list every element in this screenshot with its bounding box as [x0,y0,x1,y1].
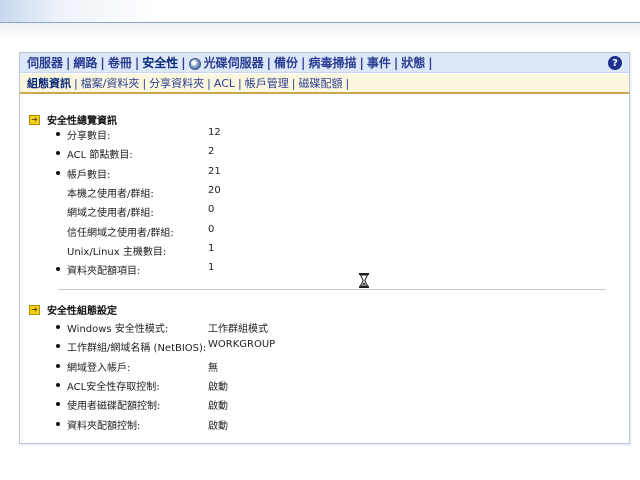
tab-label: 伺服器 [27,56,64,70]
bullet-icon [56,363,60,368]
field-value: WORKGROUP [208,339,276,351]
field-label: 本機之使用者/群組: [67,188,154,200]
field-label: 信任網域之使用者/群組: [67,227,174,239]
primary-nav: 伺服器 | 網路 | 卷冊 | 安全性 | 光碟伺服器 | 備份 | 病毒掃描 | 事件 | 狀態 | [20,53,629,73]
tab-label: 事件 [366,56,391,70]
field-value: 啟動 [208,401,228,413]
nav-separator: | [393,55,399,70]
nav-separator: | [100,55,105,70]
tab-secondary-4[interactable]: 帳戶管理 [245,75,289,91]
tab-primary-2[interactable]: 卷冊 [108,54,132,71]
tab-secondary-3[interactable]: ACL [214,77,235,90]
nav-separator: | [181,55,186,70]
tab-label: 安全性 [142,56,179,70]
tab-secondary-2[interactable]: 分享資料夾 [149,75,204,91]
field-label: ACL 節點數目: [67,150,133,162]
arrow-right-icon: ➜ [29,304,40,315]
field-label: 帳戶數目: [67,169,111,181]
cd-server-icon [188,57,201,70]
tab-secondary-0[interactable]: 組態資訊 [27,75,71,91]
field-value: 0 [208,223,215,235]
bullet-icon [56,382,60,387]
bullet-icon [56,325,60,329]
nav-separator: | [359,55,364,70]
nav-separator: | [142,76,147,90]
bullet-icon [56,132,60,136]
nav-separator: | [207,76,211,90]
field-label: Unix/Linux 主機數目: [67,246,167,258]
tab-primary-1[interactable]: 網路 [73,54,97,71]
field-label: 網域之使用者/群組: [67,208,154,220]
nav-separator: | [345,76,350,90]
tab-primary-7[interactable]: 事件 [367,54,391,71]
field-label: 網域登入帳戶: [67,362,131,374]
bullet-icon [56,421,60,426]
tab-label: 病毒掃描 [308,56,357,70]
field-label: 使用者磁碟配額控制: [67,401,161,413]
top-banner [0,0,640,23]
overview-section-title: ➜ 安全性總覽資訊 [29,112,117,127]
bullet-icon [56,267,60,272]
overview-title: 安全性總覽資訊 [47,116,117,127]
arrow-right-icon: ➜ [29,114,40,125]
field-label: Windows 安全性模式: [67,324,169,335]
field-value: 無 [208,362,218,374]
settings-section-title: ➜ 安全性組態設定 [29,302,117,317]
nav-separator: | [291,76,296,90]
tab-secondary-5[interactable]: 磁碟配額 [298,75,342,91]
section-divider [58,289,606,290]
field-value: 啟動 [208,381,228,393]
settings-title: 安全性組態設定 [47,306,117,317]
bullet-icon [56,170,60,175]
nav-separator: | [266,55,272,70]
tab-label: 網路 [73,56,98,70]
tab-primary-6[interactable]: 病毒掃描 [308,54,356,71]
hourglass-icon [359,273,369,288]
tab-label: 光碟伺服器 [203,56,264,70]
nav-separator: | [74,76,78,90]
secondary-nav: 組態資訊 | 檔案/資料夾 | 分享資料夾 | ACL | 帳戶管理 | 磁碟配額 | [20,74,629,94]
nav-separator: | [428,55,433,70]
field-label: 分享數目: [67,131,111,142]
help-icon[interactable]: ? [608,56,622,70]
field-label: 資料夾配額項目: [67,266,141,278]
field-value: 12 [208,127,221,138]
field-label: ACL安全性存取控制: [67,381,160,393]
field-value: 1 [208,262,215,274]
field-value: 0 [208,204,215,216]
nav-separator: | [134,55,140,70]
field-value: 工作群組模式 [208,324,268,335]
tab-secondary-1[interactable]: 檔案/資料夾 [81,75,140,91]
security-panel: 伺服器 | 網路 | 卷冊 | 安全性 | 光碟伺服器 | 備份 | 病毒掃描 | 事件 | 狀態 | 組態資訊 |… [19,52,630,444]
tab-label: 卷冊 [107,56,132,70]
tab-label: 狀態 [401,56,426,70]
tab-label: 備份 [274,56,299,70]
bullet-icon [56,402,60,407]
tab-primary-5[interactable]: 備份 [274,54,298,71]
field-value: 2 [208,146,215,158]
tab-primary-0[interactable]: 伺服器 [27,54,63,71]
tab-primary-8[interactable]: 狀態 [401,54,425,71]
bullet-icon [56,344,60,349]
field-value: 21 [208,165,221,177]
tab-primary-4[interactable]: 光碟伺服器 [188,54,264,71]
field-label: 資料夾配額控制: [67,420,141,432]
tab-primary-3[interactable]: 安全性 [142,54,178,71]
nav-separator: | [238,76,242,90]
top-strip [0,23,640,41]
field-value: 20 [208,184,221,196]
field-value: 1 [208,242,215,254]
field-label: 工作群組/網域名稱 (NetBIOS): [67,343,207,355]
bullet-icon [56,151,60,156]
nav-separator: | [301,55,306,70]
nav-separator: | [66,55,71,70]
field-value: 啟動 [208,420,228,432]
